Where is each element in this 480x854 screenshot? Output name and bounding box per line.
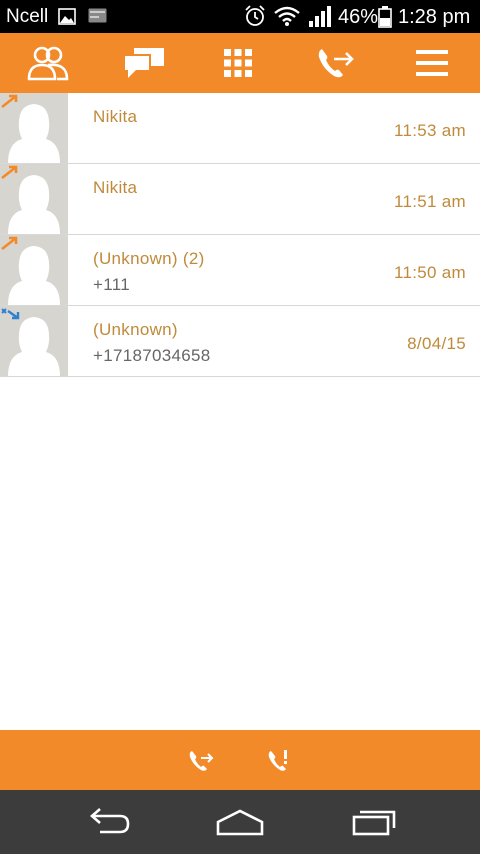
contact-avatar bbox=[0, 93, 68, 163]
tab-dialpad[interactable] bbox=[198, 33, 278, 93]
signal-strength-icon bbox=[309, 6, 331, 27]
caller-number: +111 bbox=[93, 275, 130, 294]
carrier-name: Ncell bbox=[6, 6, 49, 27]
call-time: 11:50 am bbox=[393, 263, 466, 282]
caller-number: +17187034658 bbox=[93, 346, 211, 365]
outgoing-call-icon bbox=[1, 94, 18, 109]
tab-contacts[interactable] bbox=[8, 33, 88, 93]
call-log-row[interactable]: (Unknown) (2) +111 11:50 am bbox=[0, 235, 480, 306]
missed-calls-icon[interactable] bbox=[266, 748, 292, 774]
navigation-bar bbox=[0, 790, 480, 854]
back-icon bbox=[90, 808, 130, 834]
tab-call-log[interactable] bbox=[296, 33, 376, 93]
messages-icon bbox=[123, 48, 164, 78]
top-tab-bar bbox=[0, 33, 480, 93]
call-time: 8/04/15 bbox=[407, 334, 466, 353]
wifi-icon bbox=[274, 6, 300, 26]
missed-call-icon bbox=[1, 308, 20, 320]
contact-avatar bbox=[0, 235, 68, 305]
home-icon bbox=[216, 809, 264, 836]
battery-icon bbox=[378, 6, 392, 28]
battery-percent: 46% bbox=[338, 6, 379, 28]
call-log-row[interactable]: Nikita 11:53 am bbox=[0, 93, 480, 164]
call-time: 11:53 am bbox=[393, 121, 466, 140]
home-button[interactable] bbox=[210, 804, 270, 840]
caller-name: (Unknown) bbox=[93, 320, 178, 339]
gallery-notification-icon bbox=[58, 8, 76, 25]
status-time: 1:28 pm bbox=[398, 6, 471, 28]
call-log-list: Nikita 11:53 am Nikita 11:51 am (Unknown… bbox=[0, 93, 480, 377]
menu-icon bbox=[416, 50, 448, 76]
call-log-row[interactable]: (Unknown) +17187034658 8/04/15 bbox=[0, 306, 480, 377]
contact-avatar bbox=[0, 306, 68, 376]
bottom-action-bar bbox=[0, 730, 480, 790]
call-log-row[interactable]: Nikita 11:51 am bbox=[0, 164, 480, 235]
all-calls-icon[interactable] bbox=[188, 748, 214, 774]
contact-avatar bbox=[0, 164, 68, 234]
call-time: 11:51 am bbox=[393, 192, 466, 211]
tab-messages[interactable] bbox=[104, 33, 184, 93]
back-button[interactable] bbox=[78, 804, 138, 840]
caller-name: Nikita bbox=[93, 178, 138, 197]
status-bar: Ncell 46% 1:28 pm bbox=[0, 0, 480, 33]
tab-menu[interactable] bbox=[392, 33, 472, 93]
caller-name: (Unknown) (2) bbox=[93, 249, 205, 268]
dialpad-icon bbox=[224, 49, 252, 77]
sim-card-notification-icon bbox=[88, 8, 107, 23]
recent-apps-button[interactable] bbox=[344, 804, 404, 840]
caller-name: Nikita bbox=[93, 107, 138, 126]
alarm-icon bbox=[245, 5, 265, 26]
call-log-icon bbox=[318, 49, 354, 78]
recent-apps-icon bbox=[352, 810, 396, 836]
outgoing-call-icon bbox=[1, 165, 18, 180]
outgoing-call-icon bbox=[1, 236, 18, 251]
contacts-icon bbox=[27, 46, 69, 81]
